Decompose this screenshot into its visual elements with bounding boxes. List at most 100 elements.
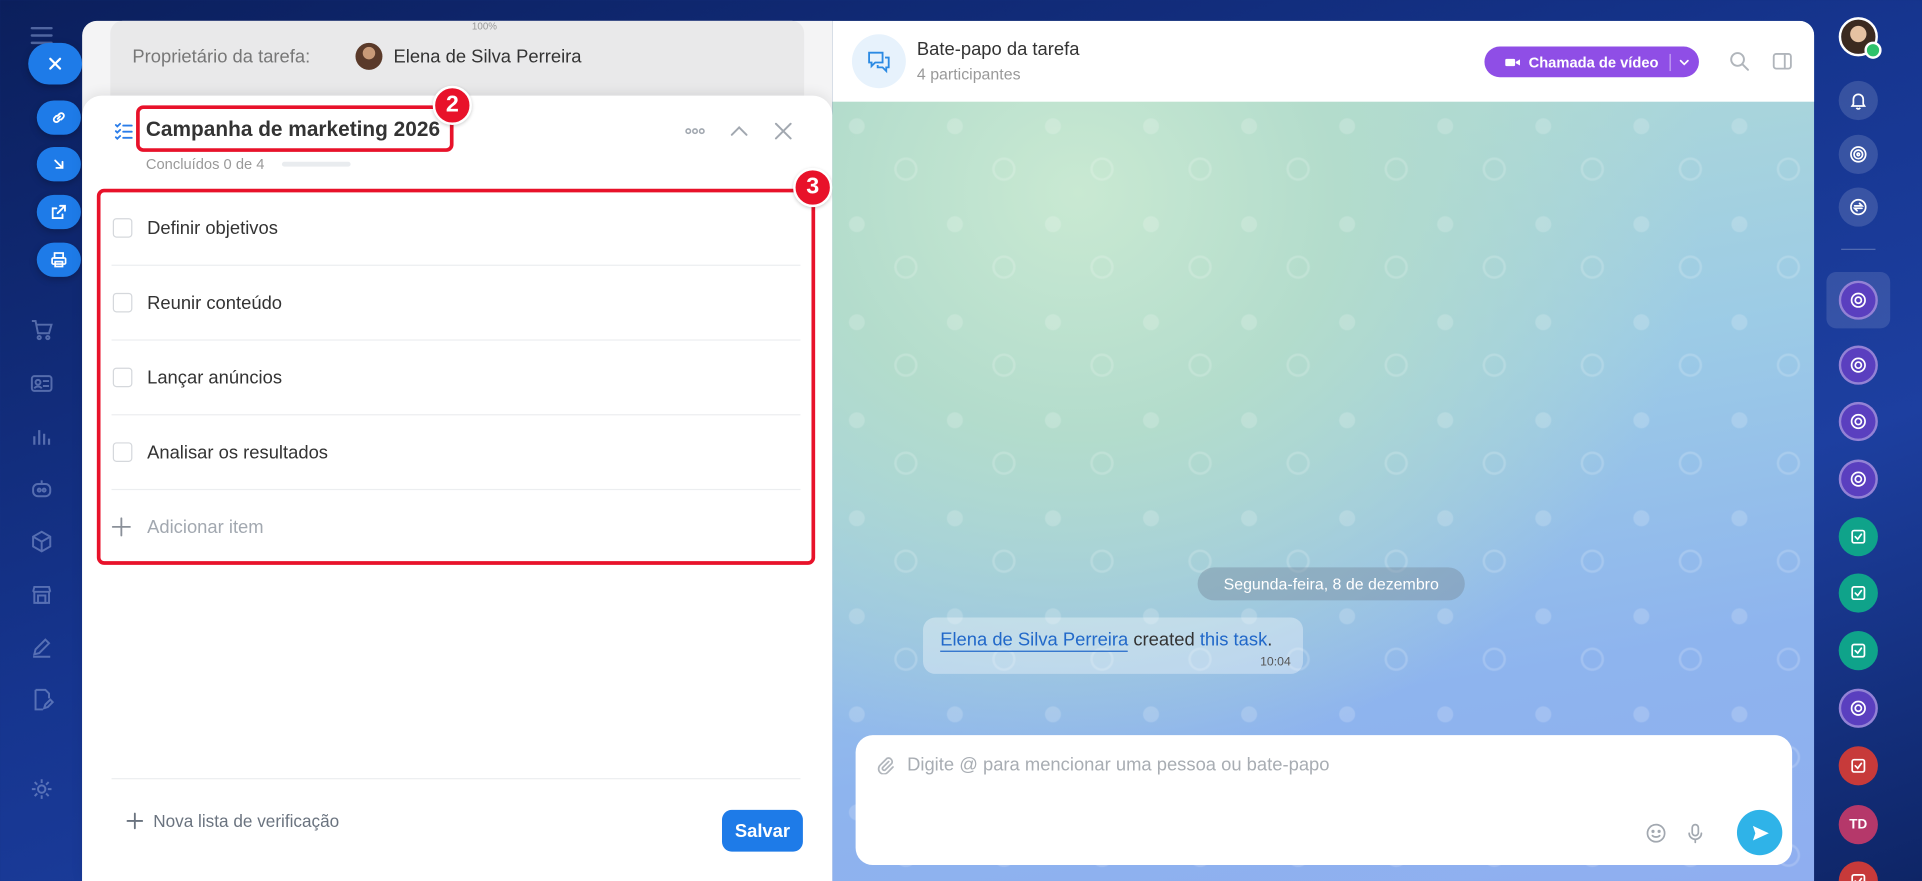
system-message-text: Elena de Silva Perreira created this tas… — [940, 629, 1273, 652]
sidebar-toggle-button[interactable] — [1771, 50, 1793, 72]
notifications-button[interactable] — [1838, 80, 1878, 121]
copilot-icon — [1850, 413, 1866, 430]
message-verb: created — [1133, 629, 1195, 651]
printer-icon — [51, 252, 67, 268]
task-owner-name[interactable]: Elena de Silva Perreira — [393, 46, 581, 67]
new-checklist-button[interactable]: Nova lista de verificação — [126, 811, 339, 831]
link-icon — [52, 112, 65, 123]
system-message: Elena de Silva Perreira created this tas… — [923, 617, 1304, 674]
copilot-icon — [1850, 471, 1866, 487]
recent-chat-10[interactable] — [1838, 861, 1878, 881]
message-end: . — [1267, 629, 1273, 651]
box-icon[interactable] — [27, 527, 56, 556]
panel-icon — [1772, 52, 1792, 70]
left-navigation — [0, 0, 86, 881]
recent-chat-7[interactable] — [1838, 631, 1878, 671]
minimize-button[interactable] — [36, 147, 81, 182]
search-icon — [1730, 52, 1749, 71]
send-arrow-icon — [1752, 825, 1769, 840]
settings-icon[interactable] — [27, 774, 56, 803]
store-icon[interactable] — [27, 580, 56, 609]
send-button[interactable] — [1736, 809, 1783, 856]
message-task-link[interactable]: this task — [1200, 630, 1267, 651]
menu-icon[interactable] — [30, 26, 53, 45]
messenger-button[interactable] — [1838, 187, 1878, 227]
paperclip-icon[interactable] — [875, 755, 895, 775]
cart-icon[interactable] — [27, 315, 56, 344]
collapse-button[interactable] — [727, 120, 752, 142]
robot-icon[interactable] — [27, 474, 56, 503]
task-check-icon — [1851, 586, 1866, 601]
chat-avatar[interactable] — [851, 34, 906, 89]
task-check-icon — [1851, 529, 1866, 544]
chevron-down-icon[interactable] — [1678, 56, 1690, 68]
checklist-progress-bar — [281, 161, 351, 167]
recent-chat-6[interactable] — [1838, 573, 1878, 613]
close-icon — [774, 122, 792, 140]
copilot-icon — [1850, 700, 1866, 716]
chat-panel: Bate-papo da tarefa 4 participantes Cham… — [832, 20, 1815, 881]
recent-chat-8[interactable] — [1838, 688, 1878, 728]
print-button[interactable] — [36, 242, 81, 277]
chat-bubbles-icon — [868, 51, 890, 74]
message-time: 10:04 — [1260, 655, 1291, 670]
recent-chat-5[interactable] — [1838, 517, 1878, 557]
more-options-button[interactable] — [683, 120, 708, 142]
message-input[interactable] — [907, 751, 1741, 779]
open-new-window-button[interactable] — [36, 194, 81, 230]
chat-header: Bate-papo da tarefa 4 participantes Cham… — [832, 20, 1815, 102]
voice-message-button[interactable] — [1684, 822, 1706, 844]
owner-avatar[interactable] — [355, 42, 383, 70]
task-check-icon — [1851, 758, 1866, 773]
video-call-button[interactable]: Chamada de vídeo — [1484, 46, 1699, 78]
contact-card-icon[interactable] — [27, 369, 56, 398]
recent-chat-2[interactable] — [1838, 345, 1878, 385]
chat-title[interactable]: Bate-papo da tarefa — [917, 39, 1080, 60]
arrow-down-right-icon — [54, 159, 64, 169]
copilot-icon — [1850, 292, 1866, 308]
message-author-link[interactable]: Elena de Silva Perreira — [940, 629, 1129, 652]
checklist-icon — [114, 122, 133, 140]
search-button[interactable] — [1728, 50, 1750, 72]
checklist-actions — [683, 120, 796, 142]
recent-chat-9[interactable] — [1838, 746, 1878, 786]
annotation-box-title — [136, 105, 454, 152]
recent-chat-4[interactable] — [1838, 459, 1878, 499]
copy-link-button[interactable] — [36, 100, 81, 135]
emoji-button[interactable] — [1645, 822, 1667, 844]
smiley-icon — [1646, 823, 1666, 843]
chat-sync-icon — [1850, 198, 1867, 216]
task-check-icon — [1851, 643, 1866, 658]
microphone-icon — [1688, 823, 1703, 844]
chat-participants[interactable]: 4 participantes — [917, 65, 1021, 83]
recent-chat-3[interactable] — [1838, 401, 1878, 442]
copilot-icon — [1850, 146, 1867, 163]
save-button[interactable]: Salvar — [721, 809, 803, 852]
close-slider-button[interactable] — [28, 42, 83, 85]
external-link-icon — [51, 204, 66, 220]
task-owner-label: Proprietário da tarefa: — [132, 45, 311, 67]
app-root: 100% Proprietário da tarefa: Elena de Si… — [0, 0, 1922, 881]
close-icon — [49, 57, 62, 70]
checklist-panel: Campanha de marketing 2026 Concluídos 0 … — [82, 85, 833, 881]
new-checklist-label: Nova lista de verificação — [153, 811, 340, 831]
video-call-label: Chamada de vídeo — [1528, 53, 1659, 71]
plus-icon — [126, 812, 144, 830]
close-checklist-button[interactable] — [771, 120, 796, 142]
bar-chart-icon[interactable] — [27, 422, 56, 451]
task-check-icon — [1851, 874, 1866, 881]
footer-divider — [111, 778, 801, 780]
document-edit-icon[interactable] — [27, 685, 56, 714]
recent-chat-1[interactable] — [1838, 280, 1878, 320]
task-owner-row: Proprietário da tarefa: Elena de Silva P… — [132, 42, 582, 70]
recent-chat-td[interactable]: TD — [1838, 805, 1878, 845]
video-camera-icon — [1505, 58, 1520, 66]
more-dots-icon — [685, 128, 705, 135]
zoom-level: 100% — [471, 20, 498, 32]
pen-icon[interactable] — [27, 632, 56, 661]
annotation-badge-3: 3 — [793, 167, 833, 208]
date-separator: Segunda-feira, 8 de dezembro — [1197, 567, 1465, 601]
right-sidebar-divider — [1841, 248, 1876, 250]
copilot-button[interactable] — [1838, 134, 1878, 174]
video-status-badge — [1864, 41, 1882, 59]
